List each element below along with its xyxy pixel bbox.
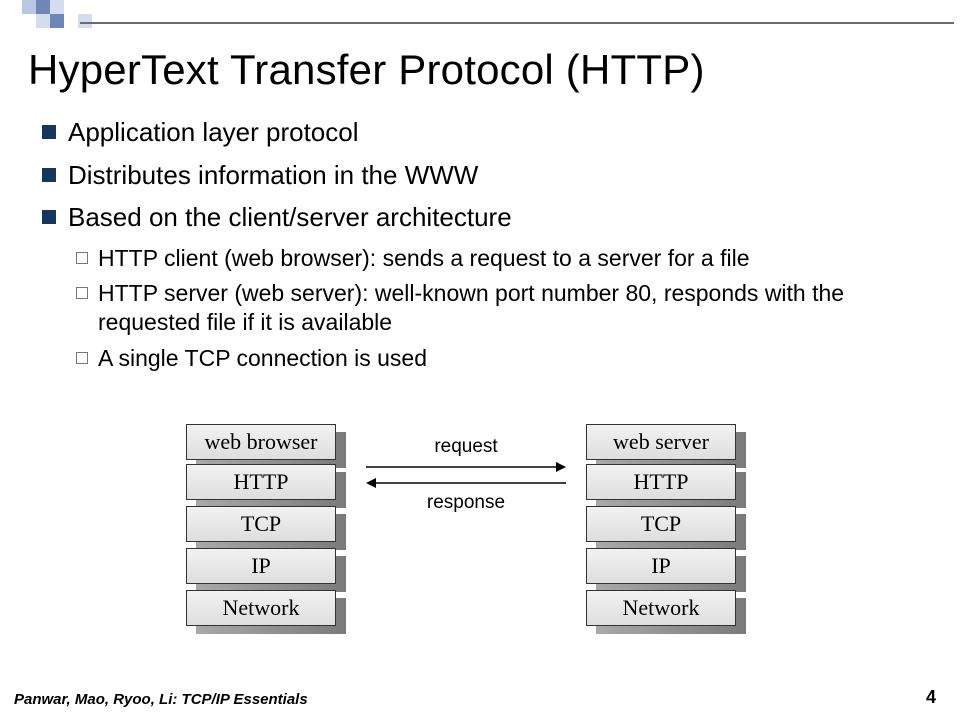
bullet-item: Distributes information in the WWW xyxy=(42,159,930,192)
stack-layer: HTTP xyxy=(586,464,736,500)
square-bullet-icon xyxy=(42,125,56,139)
hollow-square-bullet-icon xyxy=(76,252,88,264)
bullet-text: Application layer protocol xyxy=(68,116,359,149)
bullet-item: Application layer protocol xyxy=(42,116,930,149)
hollow-square-bullet-icon xyxy=(76,352,88,364)
bullet-text: Distributes information in the WWW xyxy=(68,159,478,192)
stack-layer: TCP xyxy=(586,506,736,542)
stack-layer: web server xyxy=(586,424,736,460)
sub-bullet-item: A single TCP connection is used xyxy=(76,344,930,373)
sub-bullet-text: HTTP client (web browser): sends a reque… xyxy=(98,244,750,273)
hollow-square-bullet-icon xyxy=(76,287,88,299)
page-number: 4 xyxy=(926,687,936,708)
stack-layer: web browser xyxy=(186,424,336,460)
slide-content: Application layer protocol Distributes i… xyxy=(42,116,930,379)
arrow-left-icon xyxy=(366,476,566,490)
square-bullet-icon xyxy=(42,168,56,182)
stack-layer: Network xyxy=(586,590,736,626)
stack-layer: IP xyxy=(586,548,736,584)
stack-layer: Network xyxy=(186,590,336,626)
bullet-text: Based on the client/server architecture xyxy=(68,201,512,234)
arrow-label-response: response xyxy=(356,492,576,514)
sub-bullet-item: HTTP server (web server): well-known por… xyxy=(76,279,930,338)
sub-bullet-text: A single TCP connection is used xyxy=(98,344,427,373)
protocol-stack-diagram: web browser HTTP TCP IP Network web serv… xyxy=(0,424,960,674)
request-response-arrows: request response xyxy=(356,436,576,526)
bullet-item: Based on the client/server architecture xyxy=(42,201,930,234)
header-decoration-row2 xyxy=(36,14,92,28)
arrow-label-request: request xyxy=(356,436,576,458)
sub-bullet-text: HTTP server (web server): well-known por… xyxy=(98,279,930,338)
sub-bullet-item: HTTP client (web browser): sends a reque… xyxy=(76,244,930,273)
stack-layer: HTTP xyxy=(186,464,336,500)
stack-layer: IP xyxy=(186,548,336,584)
slide-footer: Panwar, Mao, Ryoo, Li: TCP/IP Essentials xyxy=(14,691,308,708)
header-decoration xyxy=(22,0,64,14)
header-rule xyxy=(80,22,954,24)
slide-title: HyperText Transfer Protocol (HTTP) xyxy=(28,46,705,94)
stack-layer: TCP xyxy=(186,506,336,542)
square-bullet-icon xyxy=(42,210,56,224)
arrow-right-icon xyxy=(366,460,566,474)
